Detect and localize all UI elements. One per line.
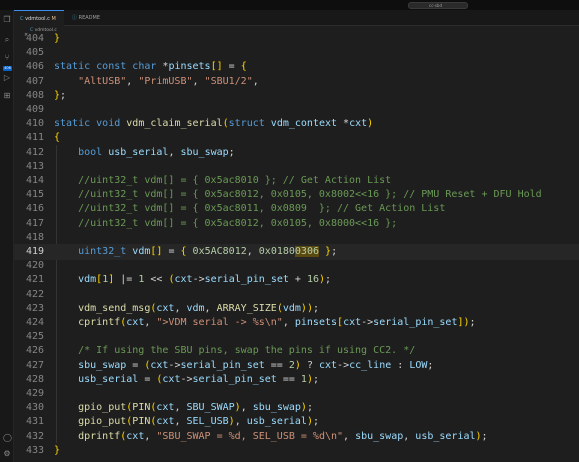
code-text: }	[54, 444, 61, 456]
source-control-icon[interactable]: ⑂	[3, 54, 11, 62]
run-debug-icon[interactable]: ▷	[3, 74, 11, 82]
code-editor[interactable]: 404} 405 406 static const char *pinsets[] =…	[14, 33, 579, 462]
search-icon[interactable]: ⌕	[3, 36, 11, 44]
line-number: 433	[25, 444, 44, 456]
command-center-search[interactable]: cc-sbd	[408, 2, 468, 9]
code-line[interactable]: 433}	[14, 443, 579, 459]
tab-readme[interactable]: ⓘ README	[66, 10, 110, 26]
tab-label: vdmtool.c	[25, 16, 50, 22]
tab-vdmtool-c[interactable]: C vdmtool.c M ×	[14, 10, 64, 38]
tab-label: README	[78, 15, 100, 21]
account-icon[interactable]: ◯	[3, 434, 12, 442]
c-file-icon: C	[20, 16, 24, 22]
extensions-icon[interactable]: ⊞	[3, 92, 11, 100]
info-file-icon: ⓘ	[72, 15, 78, 21]
settings-gear-icon[interactable]: ⚙	[3, 450, 11, 458]
tab-modified-indicator: M	[51, 16, 56, 22]
activity-bar: ❐ ⌕ ⑂ 406 ▷ ⊞ ◯ ⚙	[0, 10, 14, 462]
source-control-badge: 406	[3, 66, 12, 71]
command-center-label: cc-sbd	[429, 3, 443, 8]
title-bar: cc-sbd	[0, 0, 579, 10]
editor-tab-bar: C vdmtool.c M × ⓘ README	[14, 10, 579, 38]
explorer-icon[interactable]: ❐	[3, 16, 11, 24]
